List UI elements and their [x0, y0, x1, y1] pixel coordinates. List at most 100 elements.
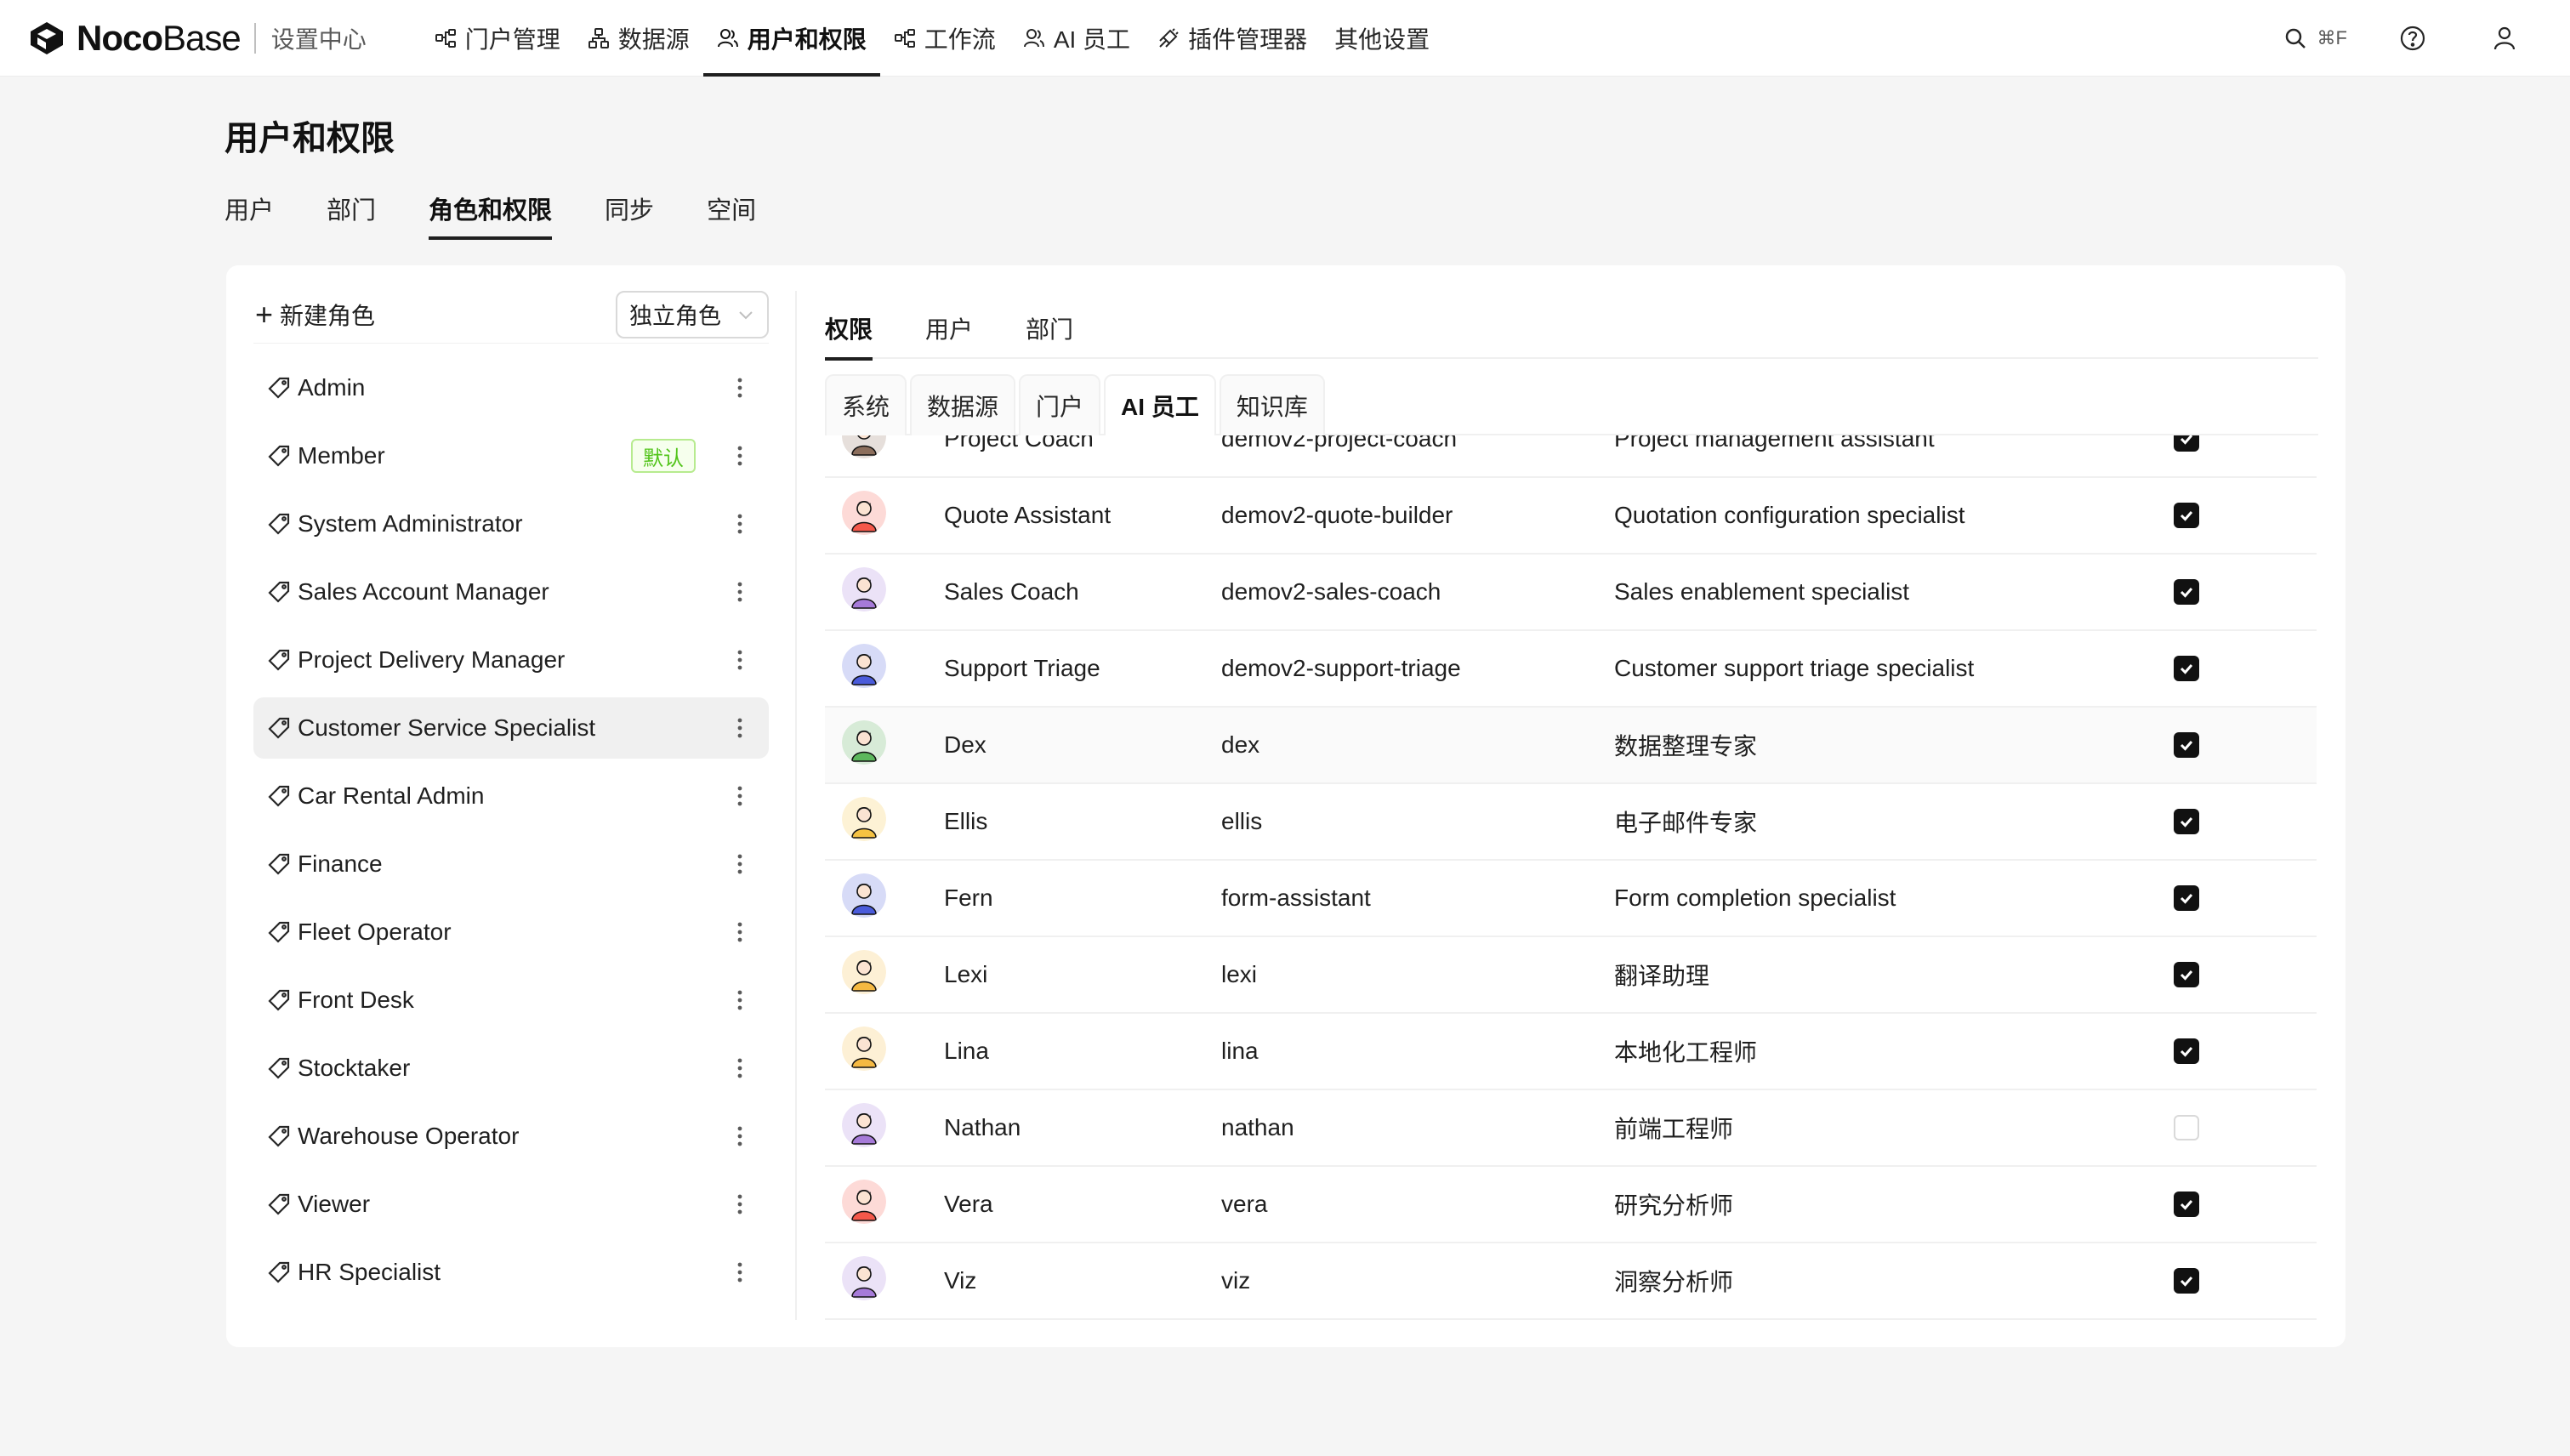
- table-row[interactable]: Project Coach demov2-project-coach Project…: [825, 435, 2317, 478]
- table-row[interactable]: Dex dex 数据整理专家: [825, 708, 2317, 784]
- nav-portal-management[interactable]: 门户管理: [421, 0, 574, 77]
- tab-ai-employee[interactable]: AI 员工: [1104, 374, 1216, 435]
- more-vertical-icon[interactable]: [736, 716, 743, 740]
- table-row[interactable]: Fern form-assistant Form completion specia…: [825, 861, 2317, 937]
- more-vertical-icon[interactable]: [736, 580, 743, 604]
- nav-other-settings[interactable]: 其他设置: [1321, 0, 1443, 77]
- table-row[interactable]: Vera vera 研究分析师: [825, 1167, 2317, 1243]
- more-vertical-icon[interactable]: [736, 1192, 743, 1216]
- permission-checkbox[interactable]: [2174, 732, 2199, 758]
- role-item[interactable]: Finance: [253, 833, 769, 895]
- role-item[interactable]: Fleet Operator: [253, 901, 769, 963]
- role-name: Fleet Operator: [298, 919, 452, 945]
- more-vertical-icon[interactable]: [736, 444, 743, 468]
- tab-datasource[interactable]: 数据源: [910, 374, 1016, 435]
- permission-checkbox[interactable]: [2174, 809, 2199, 834]
- permission-checkbox-cell: [2174, 1038, 2225, 1064]
- permission-checkbox[interactable]: [2174, 503, 2199, 528]
- tab-users[interactable]: 用户: [225, 179, 274, 240]
- search-button[interactable]: ⌘F: [2283, 26, 2347, 50]
- employee-nickname: Quote Assistant: [944, 502, 1112, 528]
- table-row[interactable]: Nathan nathan 前端工程师: [825, 1090, 2317, 1167]
- more-vertical-icon[interactable]: [736, 512, 743, 536]
- more-vertical-icon[interactable]: [736, 920, 743, 944]
- table-row[interactable]: Quote Assistant demov2-quote-builder Quota…: [825, 478, 2317, 555]
- tab-spaces[interactable]: 空间: [707, 179, 756, 240]
- permission-checkbox-cell: [2174, 809, 2225, 834]
- permission-checkbox[interactable]: [2174, 435, 2199, 452]
- role-item[interactable]: Car Rental Admin: [253, 765, 769, 827]
- more-vertical-icon[interactable]: [736, 1260, 743, 1284]
- table-row[interactable]: Viz viz 洞察分析师: [825, 1243, 2317, 1320]
- tab-sync[interactable]: 同步: [605, 179, 654, 240]
- role-item[interactable]: Member 默认: [253, 425, 769, 486]
- role-item[interactable]: Customer Service Specialist: [253, 697, 769, 759]
- more-vertical-icon[interactable]: [736, 988, 743, 1012]
- permission-checkbox[interactable]: [2174, 1192, 2199, 1217]
- role-name: HR Specialist: [298, 1259, 441, 1285]
- role-item[interactable]: System Administrator: [253, 493, 769, 555]
- tab-knowledge-base[interactable]: 知识库: [1219, 374, 1325, 435]
- employee-username: demov2-sales-coach: [1221, 578, 1441, 605]
- table-row[interactable]: Lina lina 本地化工程师: [825, 1014, 2317, 1090]
- avatar-cell: [825, 873, 944, 924]
- help-icon[interactable]: [2398, 24, 2427, 53]
- permission-checkbox[interactable]: [2174, 1268, 2199, 1294]
- permission-checkbox[interactable]: [2174, 962, 2199, 987]
- tab-permissions[interactable]: 权限: [825, 291, 873, 361]
- role-item[interactable]: Warehouse Operator: [253, 1106, 769, 1167]
- permission-checkbox[interactable]: [2174, 1038, 2199, 1064]
- permission-checkbox[interactable]: [2174, 1115, 2199, 1140]
- more-vertical-icon[interactable]: [736, 852, 743, 876]
- nav-workflow[interactable]: 工作流: [880, 0, 1009, 77]
- tag-icon: [268, 853, 290, 875]
- more-vertical-icon[interactable]: [736, 648, 743, 672]
- tab-system[interactable]: 系统: [825, 374, 907, 435]
- role-item[interactable]: Sales Account Manager: [253, 561, 769, 623]
- nav-users-permissions[interactable]: 用户和权限: [702, 0, 880, 77]
- nav-label: 用户和权限: [747, 26, 867, 53]
- role-item[interactable]: Stocktaker: [253, 1038, 769, 1099]
- logo-text-noco: Noco: [77, 17, 163, 58]
- default-role-badge: 默认: [631, 439, 696, 473]
- page-title: 用户和权限: [225, 120, 395, 157]
- ai-employee-table-body: Project Coach demov2-project-coach Project…: [825, 435, 2317, 1320]
- employee-description: 本地化工程师: [1614, 1039, 1758, 1066]
- avatar: [842, 1102, 886, 1147]
- user-avatar-icon[interactable]: [2490, 24, 2519, 53]
- more-vertical-icon[interactable]: [736, 1056, 743, 1080]
- employee-username: lina: [1221, 1038, 1259, 1064]
- role-mode-select[interactable]: 独立角色: [616, 290, 769, 338]
- table-row[interactable]: Support Triage demov2-support-triage Custo…: [825, 631, 2317, 708]
- avatar-cell: [825, 796, 944, 847]
- employee-nickname: Fern: [944, 884, 993, 911]
- tab-role-users[interactable]: 用户: [925, 291, 973, 359]
- permission-checkbox[interactable]: [2174, 885, 2199, 911]
- logo[interactable]: Noco Base 设置中心: [26, 0, 367, 77]
- role-item[interactable]: Viewer: [253, 1174, 769, 1235]
- more-vertical-icon[interactable]: [736, 1124, 743, 1148]
- table-row[interactable]: Lexi lexi 翻译助理: [825, 937, 2317, 1014]
- employee-nickname: Lexi: [944, 961, 988, 987]
- ai-employee-table[interactable]: Project Coach demov2-project-coach Project…: [825, 435, 2318, 1327]
- permission-checkbox-cell: [2174, 1268, 2225, 1294]
- table-row[interactable]: Ellis ellis 电子邮件专家: [825, 784, 2317, 861]
- permission-checkbox[interactable]: [2174, 579, 2199, 605]
- nav-ai-employee[interactable]: AI 员工: [1009, 0, 1144, 77]
- new-role-button[interactable]: + 新建角色: [255, 298, 375, 332]
- tab-roles-permissions[interactable]: 角色和权限: [429, 179, 553, 240]
- role-item[interactable]: HR Specialist: [253, 1242, 769, 1303]
- role-item[interactable]: Admin: [253, 357, 769, 418]
- more-vertical-icon[interactable]: [736, 376, 743, 400]
- nav-label: 数据源: [617, 26, 690, 53]
- tab-departments[interactable]: 部门: [327, 179, 376, 240]
- permission-checkbox[interactable]: [2174, 656, 2199, 681]
- role-item[interactable]: Project Delivery Manager: [253, 629, 769, 691]
- tab-role-departments[interactable]: 部门: [1026, 291, 1073, 359]
- role-item[interactable]: Front Desk: [253, 970, 769, 1031]
- nav-datasource[interactable]: 数据源: [574, 0, 703, 77]
- nav-plugin-manager[interactable]: 插件管理器: [1144, 0, 1321, 77]
- more-vertical-icon[interactable]: [736, 784, 743, 808]
- table-row[interactable]: Sales Coach demov2-sales-coach Sales enabl…: [825, 555, 2317, 631]
- tab-portal[interactable]: 门户: [1019, 374, 1101, 435]
